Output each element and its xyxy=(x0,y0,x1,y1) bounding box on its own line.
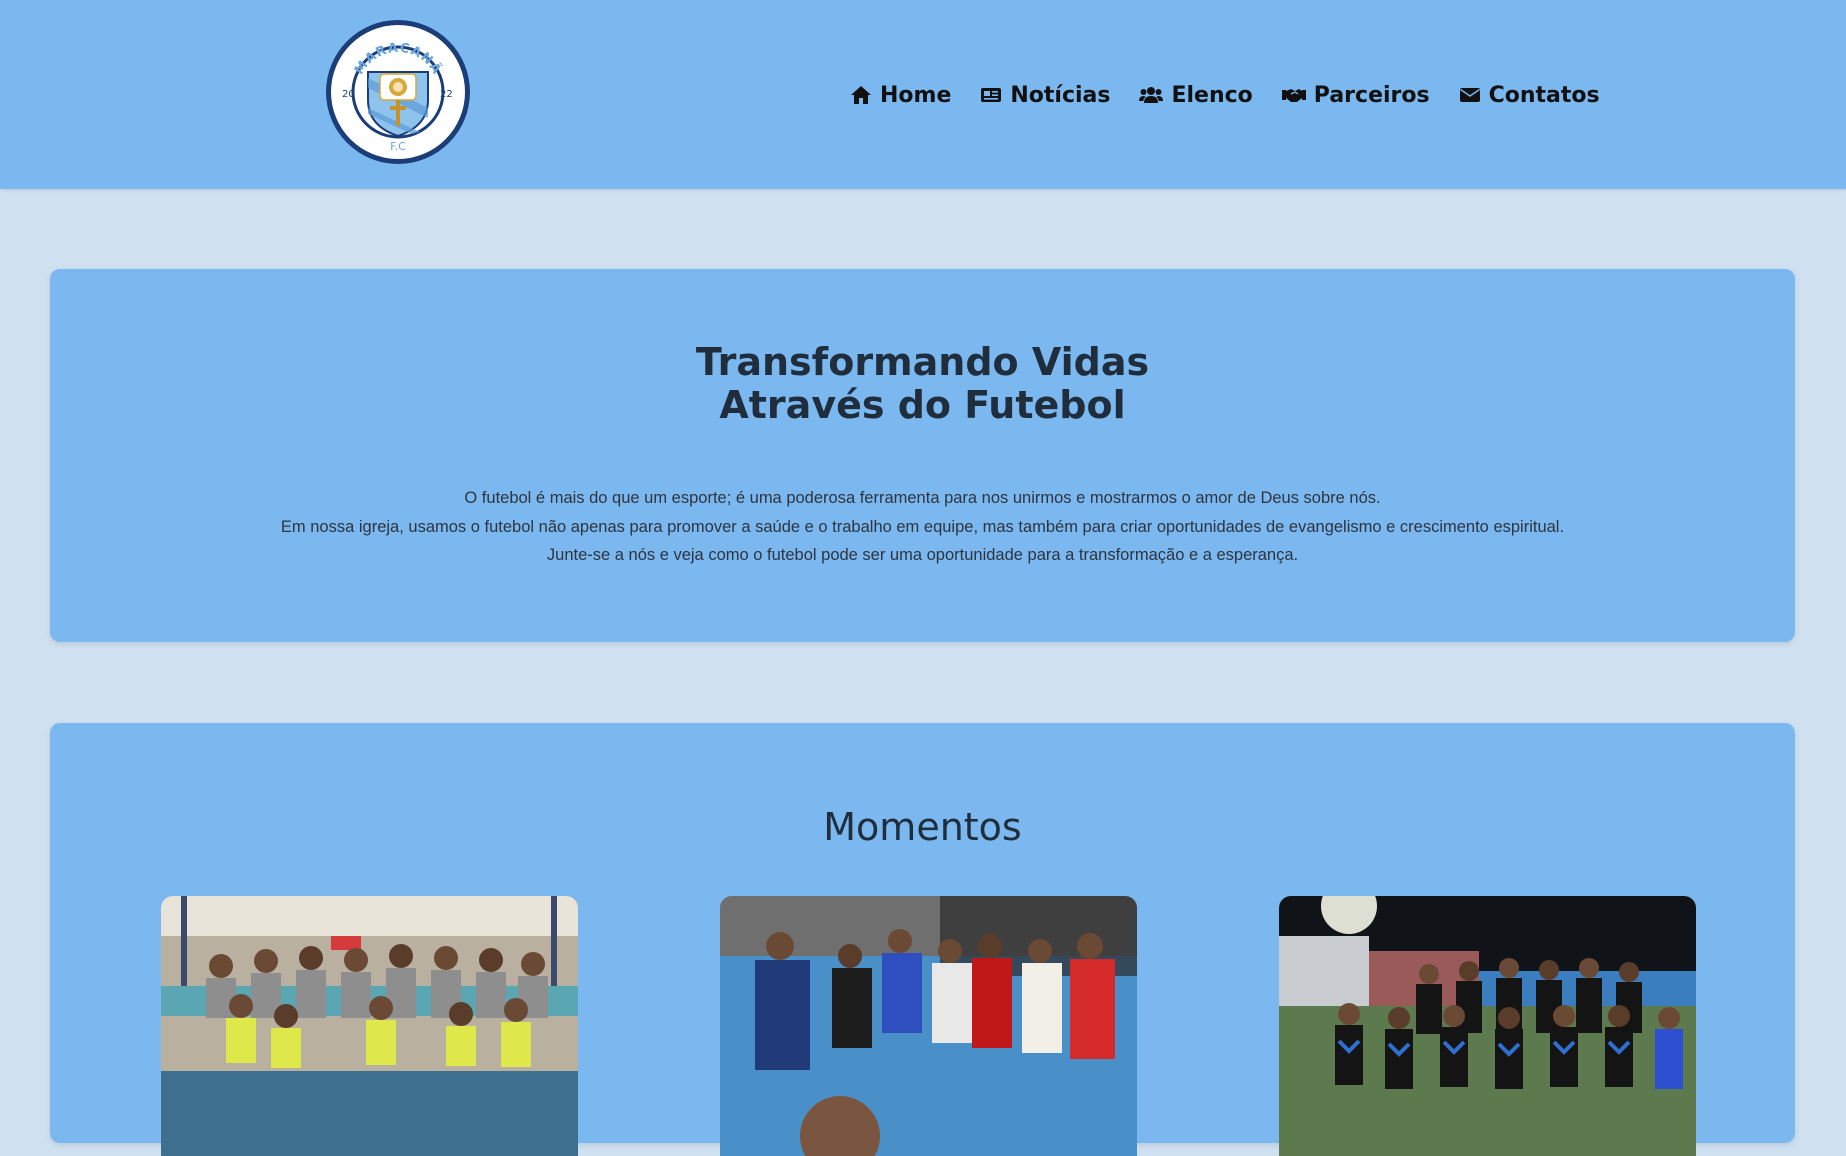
nav-noticias-label: Notícias xyxy=(1010,82,1111,108)
hero-title: Transformando Vidas Através do Futebol xyxy=(50,341,1795,427)
hero-paragraph-line-1: O futebol é mais do que um esporte; é um… xyxy=(464,489,1381,507)
hero-title-line-2: Através do Futebol xyxy=(719,383,1126,427)
team-photo-night-field[interactable] xyxy=(1279,896,1696,1156)
users-icon xyxy=(1139,87,1164,103)
hero-title-line-1: Transformando Vidas xyxy=(695,340,1150,384)
photo-image xyxy=(1279,896,1696,1156)
logo-year-left: 20 xyxy=(342,89,355,100)
hero-card: Transformando Vidas Através do Futebol O… xyxy=(50,269,1795,642)
nav-parceiros[interactable]: Parceiros xyxy=(1281,82,1430,108)
hero-paragraph-line-2: Em nossa igreja, usamos o futebol não ap… xyxy=(280,517,1565,536)
nav-parceiros-label: Parceiros xyxy=(1313,82,1430,108)
team-photo-indoor-bibs[interactable] xyxy=(161,896,578,1156)
hero-paragraph-line-3: Junte-se a nós e veja como o futebol pod… xyxy=(546,546,1299,564)
logo-year-right: 22 xyxy=(440,89,453,100)
photo-image xyxy=(720,896,1137,1156)
nav-contatos[interactable]: Contatos xyxy=(1459,83,1600,108)
nav-home[interactable]: Home xyxy=(850,83,951,108)
handshake-icon xyxy=(1281,89,1306,102)
photo-image xyxy=(161,896,578,1156)
nav-home-label: Home xyxy=(880,82,952,108)
nav-elenco[interactable]: Elenco xyxy=(1139,82,1253,108)
nav-noticias[interactable]: Notícias xyxy=(980,83,1110,108)
hero-paragraph: O futebol é mais do que um esporte; é um… xyxy=(50,484,1795,570)
main-nav: Home Notícias Elenco Parceiros Contatos xyxy=(850,78,1600,112)
logo-bottom-text: F.C xyxy=(390,140,406,153)
moments-title: Momentos xyxy=(823,805,1022,849)
newspaper-icon xyxy=(981,88,1002,102)
club-logo[interactable]: MARACANÃ 20 22 F.C xyxy=(324,18,472,166)
nav-contatos-label: Contatos xyxy=(1488,82,1600,108)
nav-elenco-label: Elenco xyxy=(1171,82,1253,108)
moments-card: Momentos xyxy=(50,723,1795,1156)
team-photo-selfie-group[interactable] xyxy=(720,896,1137,1156)
envelope-icon xyxy=(1459,88,1480,102)
club-crest-icon: MARACANÃ 20 22 F.C xyxy=(326,20,470,164)
home-icon xyxy=(851,86,871,104)
site-header: MARACANÃ 20 22 F.C Home Notícias Elenco … xyxy=(0,0,1846,189)
